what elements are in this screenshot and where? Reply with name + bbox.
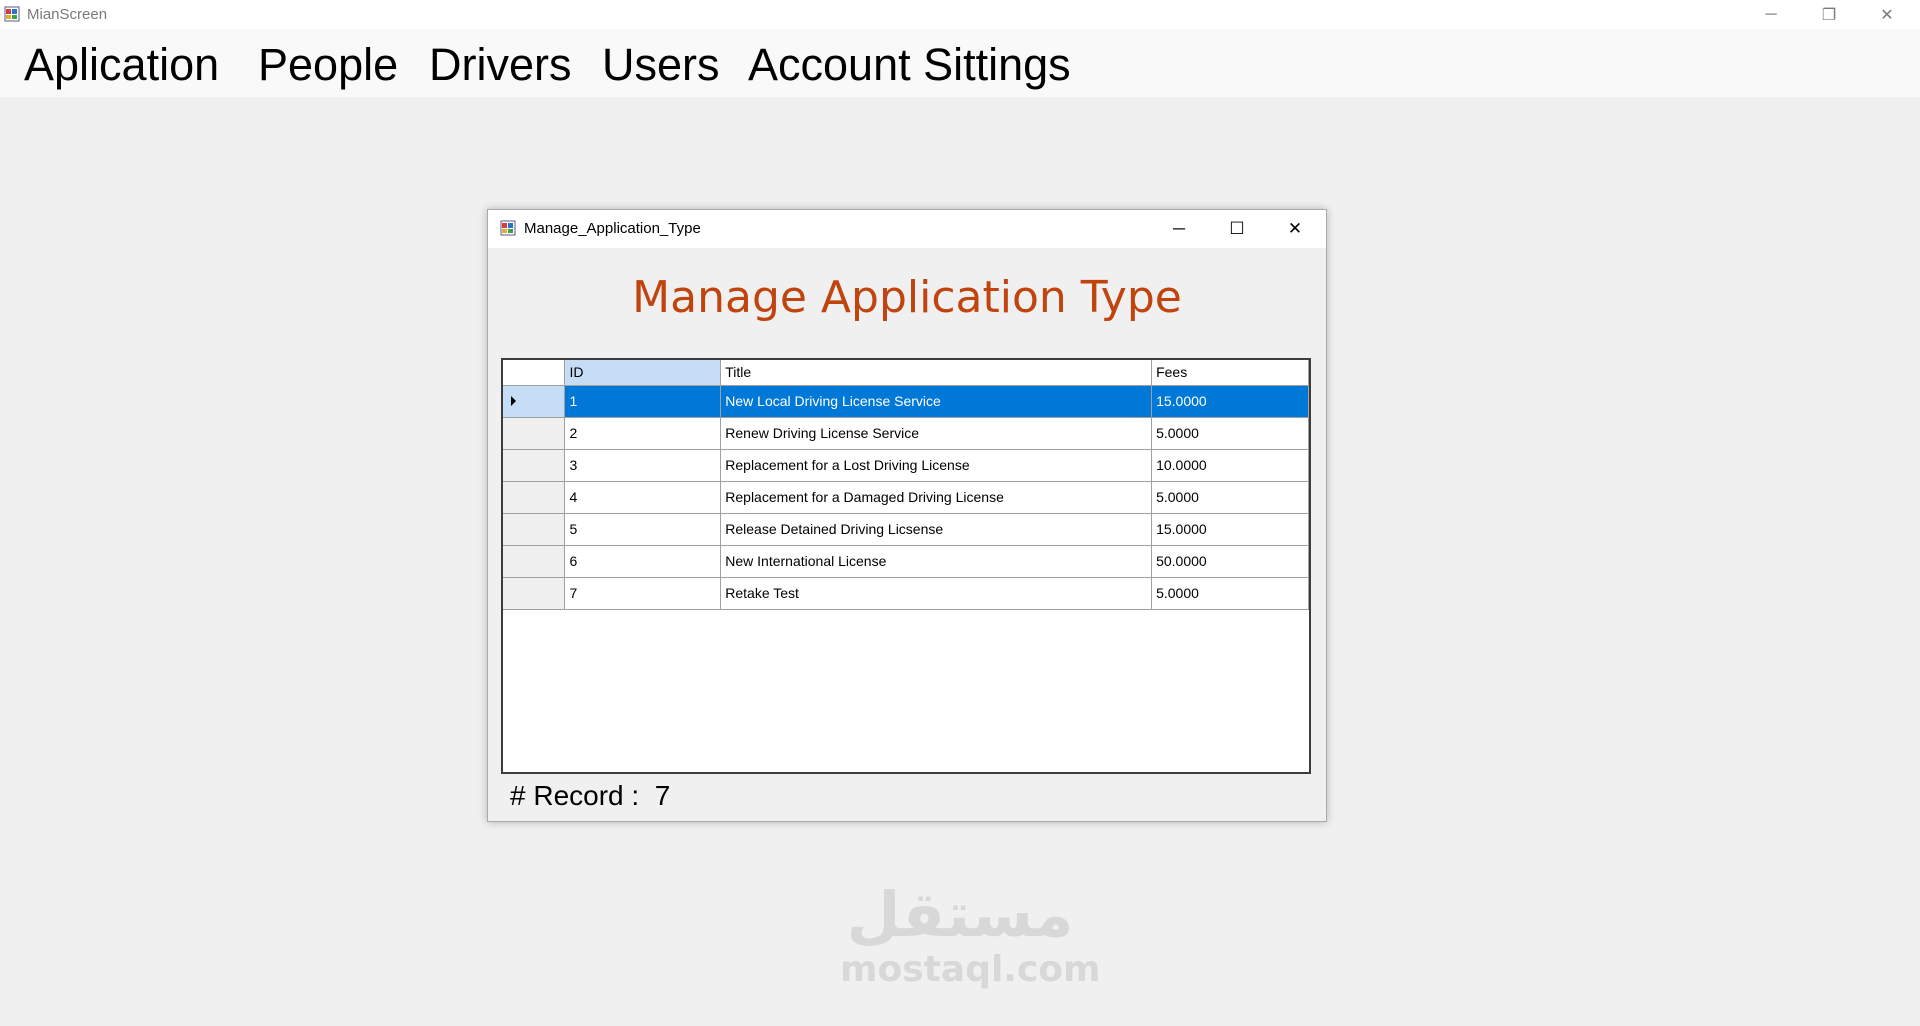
column-header-fees[interactable]: Fees	[1151, 360, 1309, 386]
child-window-titlebar: Manage_Application_Type ─ ☐ ✕	[488, 210, 1326, 248]
record-count-label: # Record :	[510, 780, 640, 811]
menu-bar: Aplication People Drivers Users Account …	[0, 29, 1920, 97]
menu-item-account-settings[interactable]: Account Sittings	[744, 39, 1075, 91]
cell-id[interactable]: 1	[564, 384, 722, 418]
cell-title[interactable]: New Local Driving License Service	[720, 384, 1153, 418]
cell-id[interactable]: 5	[564, 512, 722, 546]
cell-id[interactable]: 2	[564, 416, 722, 450]
menu-item-people[interactable]: People	[254, 39, 402, 91]
table-row[interactable]: 5 Release Detained Driving Licsense 15.0…	[503, 512, 1309, 546]
minimize-button[interactable]: ─	[1742, 0, 1800, 29]
record-count: # Record : 7	[510, 780, 670, 812]
record-count-value: 7	[654, 780, 671, 811]
column-header-title[interactable]: Title	[720, 360, 1153, 386]
child-maximize-button[interactable]: ☐	[1208, 210, 1266, 248]
watermark-logo: مستقل mostaql.com	[840, 878, 1101, 990]
grid-corner-cell	[503, 360, 566, 386]
restore-button[interactable]: ❐	[1800, 0, 1858, 29]
application-types-grid[interactable]: ID Title Fees 1 New Local Driving Licens…	[501, 358, 1311, 774]
cell-title[interactable]: Release Detained Driving Licsense	[720, 512, 1153, 546]
cell-title[interactable]: Renew Driving License Service	[720, 416, 1153, 450]
watermark-arabic: مستقل	[846, 878, 1074, 951]
row-header[interactable]	[503, 384, 566, 418]
table-row[interactable]: 1 New Local Driving License Service 15.0…	[503, 384, 1309, 418]
cell-title[interactable]: Replacement for a Damaged Driving Licens…	[720, 480, 1153, 514]
child-minimize-button[interactable]: ─	[1150, 210, 1208, 248]
column-header-id[interactable]: ID	[564, 360, 722, 386]
row-header[interactable]	[503, 480, 566, 514]
cell-title[interactable]: Retake Test	[720, 576, 1153, 610]
row-header[interactable]	[503, 512, 566, 546]
manage-application-type-window: Manage_Application_Type ─ ☐ ✕ Manage App…	[487, 209, 1327, 822]
row-header[interactable]	[503, 416, 566, 450]
app-icon	[4, 6, 20, 22]
cell-id[interactable]: 7	[564, 576, 722, 610]
child-close-button[interactable]: ✕	[1266, 210, 1324, 248]
menu-item-drivers[interactable]: Drivers	[425, 39, 576, 91]
main-window-titlebar: MianScreen ─ ❐ ✕	[0, 0, 1920, 29]
watermark-latin: mostaql.com	[840, 949, 1101, 990]
cell-id[interactable]: 4	[564, 480, 722, 514]
cell-id[interactable]: 6	[564, 544, 722, 578]
page-title: Manage Application Type	[632, 272, 1182, 323]
table-row[interactable]: 2 Renew Driving License Service 5.0000	[503, 416, 1309, 450]
close-button[interactable]: ✕	[1858, 0, 1916, 29]
menu-item-users[interactable]: Users	[598, 39, 724, 91]
cell-fees[interactable]: 50.0000	[1151, 544, 1309, 578]
child-window-title: Manage_Application_Type	[524, 220, 701, 237]
cell-fees[interactable]: 15.0000	[1151, 512, 1309, 546]
row-header[interactable]	[503, 544, 566, 578]
cell-fees[interactable]: 5.0000	[1151, 576, 1309, 610]
row-header[interactable]	[503, 576, 566, 610]
table-row[interactable]: 7 Retake Test 5.0000	[503, 576, 1309, 610]
menu-item-application[interactable]: Aplication	[20, 39, 223, 91]
cell-id[interactable]: 3	[564, 448, 722, 482]
data-table: ID Title Fees 1 New Local Driving Licens…	[503, 360, 1309, 610]
table-row[interactable]: 4 Replacement for a Damaged Driving Lice…	[503, 480, 1309, 514]
cell-fees[interactable]: 15.0000	[1151, 384, 1309, 418]
cell-title[interactable]: Replacement for a Lost Driving License	[720, 448, 1153, 482]
cell-fees[interactable]: 5.0000	[1151, 480, 1309, 514]
cell-fees[interactable]: 10.0000	[1151, 448, 1309, 482]
cell-fees[interactable]: 5.0000	[1151, 416, 1309, 450]
form-icon	[500, 220, 516, 236]
cell-title[interactable]: New International License	[720, 544, 1153, 578]
table-header-row: ID Title Fees	[503, 360, 1309, 386]
current-row-arrow-icon	[511, 396, 516, 406]
table-row[interactable]: 6 New International License 50.0000	[503, 544, 1309, 578]
table-row[interactable]: 3 Replacement for a Lost Driving License…	[503, 448, 1309, 482]
main-window-title: MianScreen	[27, 6, 108, 23]
row-header[interactable]	[503, 448, 566, 482]
